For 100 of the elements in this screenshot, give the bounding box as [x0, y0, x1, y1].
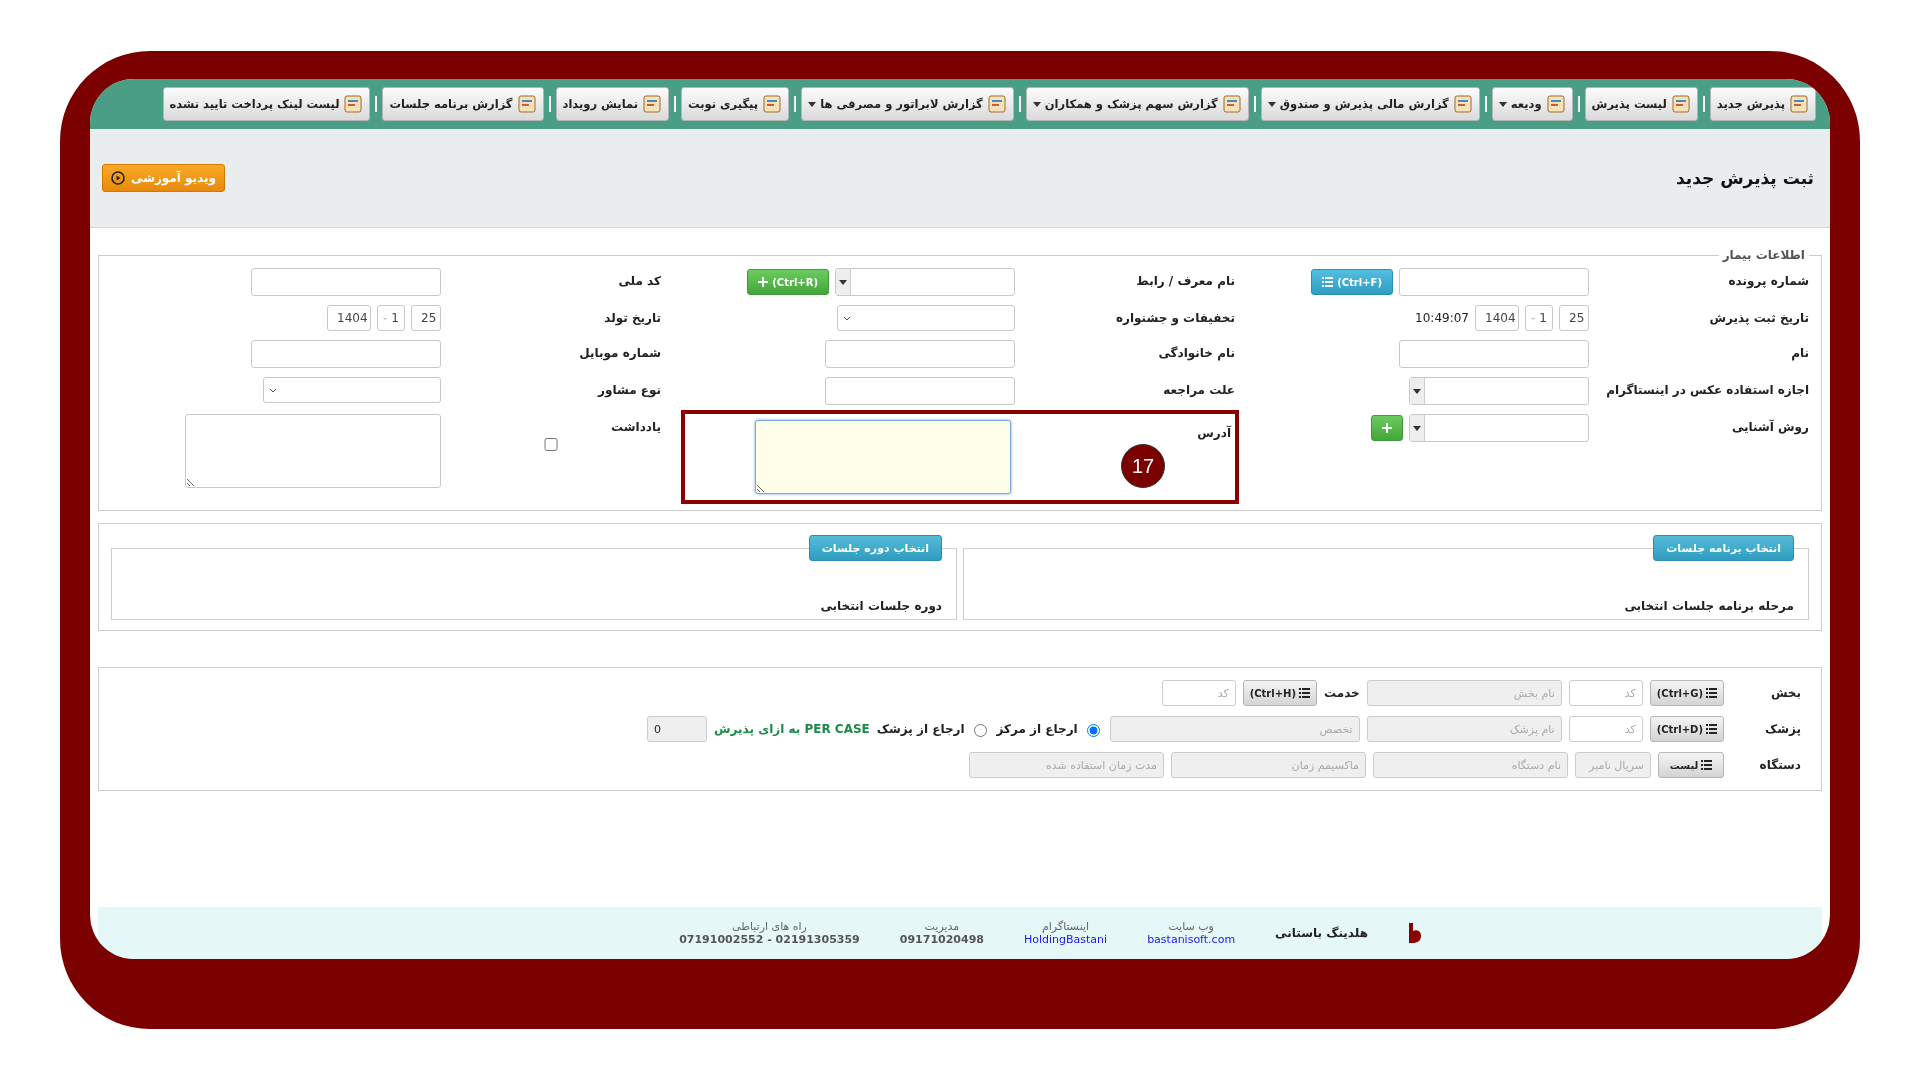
list-icon — [1299, 688, 1311, 698]
document-icon — [986, 94, 1007, 114]
document-icon — [1545, 94, 1566, 114]
combo-box[interactable] — [1409, 414, 1589, 442]
text-field[interactable] — [1399, 340, 1589, 368]
text-field[interactable]: سریال نامبر — [1575, 752, 1651, 778]
toolbar-button[interactable]: گزارش مالی پذیرش و صندوق — [1260, 87, 1480, 121]
text-area[interactable] — [185, 414, 441, 488]
text-field[interactable] — [251, 340, 441, 368]
field-label: اجازه استفاده عکس در اینستاگرام — [1605, 382, 1809, 397]
field-label: کد ملی — [617, 273, 661, 288]
list-icon — [1706, 688, 1717, 698]
text-field[interactable]: ماکسیمم زمان — [1171, 752, 1366, 778]
toolbar-button[interactable]: گزارش برنامه جلسات — [382, 87, 544, 121]
caret-icon — [1498, 101, 1507, 107]
panel-text: مرحله برنامه جلسات انتخابی — [1624, 599, 1794, 613]
footer-text: 09171020498 — [899, 933, 984, 946]
field-label: نام معرف / رابط — [1135, 273, 1235, 288]
text-field[interactable]: مدت زمان استفاده شده — [969, 752, 1164, 778]
chevron-icon — [1531, 315, 1536, 321]
toolbar-button[interactable]: گزارش لابراتور و مصرفی ها — [801, 87, 1014, 121]
radio-label: ارجاع از مرکز — [996, 722, 1078, 736]
brand-name: هلدینگ باستانی — [1275, 926, 1368, 940]
list-icon — [1706, 724, 1717, 734]
text-field[interactable]: تخصص — [1109, 716, 1360, 742]
text-field[interactable]: نام پزشک — [1366, 716, 1562, 742]
field-label: شماره موبایل — [578, 345, 661, 360]
caret-icon — [839, 279, 847, 285]
document-icon — [516, 94, 537, 114]
time-text: 10:49:07 — [1415, 311, 1469, 325]
document-icon — [762, 94, 783, 114]
radio-button[interactable] — [1086, 724, 1100, 737]
text-field[interactable]: کد — [1161, 680, 1236, 706]
caret-icon — [1413, 425, 1421, 431]
chevron-icon — [383, 315, 388, 321]
select-field[interactable] — [263, 377, 441, 403]
plus-icon — [758, 277, 769, 287]
select-field[interactable] — [837, 305, 1015, 331]
caret-icon — [808, 101, 817, 107]
combo-box[interactable] — [1409, 377, 1589, 405]
date-select[interactable]: 25 — [1559, 305, 1589, 331]
footer-title: اینستاگرام — [1042, 920, 1090, 933]
panel-text: دوره جلسات انتخابی — [820, 599, 942, 613]
caret-icon — [1032, 101, 1041, 107]
field-label: یادداشت — [610, 419, 661, 434]
toolbar-button[interactable]: پیگیری نوبت — [681, 87, 790, 121]
date-select[interactable]: 25 — [411, 305, 441, 331]
document-icon — [343, 94, 364, 114]
lookup-button[interactable]: (Ctrl+D) — [1649, 716, 1724, 742]
document-icon — [642, 94, 662, 114]
chevron-icon — [843, 315, 851, 321]
toolbar-button[interactable]: ودیعه — [1491, 87, 1573, 121]
panel-legend: اطلاعات بیمار — [1718, 248, 1809, 262]
field-label: نوع مشاور — [596, 382, 661, 397]
row-label: دستگاه — [1758, 758, 1801, 772]
toolbar-button[interactable]: لیست لینک پرداخت تایید نشده — [162, 87, 371, 121]
chevron-icon — [269, 387, 277, 393]
text-field[interactable] — [825, 340, 1015, 368]
add-button[interactable] — [1371, 415, 1403, 441]
document-icon — [1670, 94, 1691, 114]
caret-icon — [1267, 101, 1276, 107]
text-field[interactable]: نام بخش — [1366, 680, 1562, 706]
text-field[interactable] — [251, 268, 441, 296]
document-icon — [1452, 94, 1473, 114]
toolbar-button[interactable]: نمایش رویداد — [555, 87, 669, 121]
text-field[interactable]: کد — [1568, 716, 1643, 742]
list-icon — [1701, 760, 1713, 770]
lookup-button[interactable]: (Ctrl+G) — [1649, 680, 1724, 706]
footer-title: وب سایت — [1168, 920, 1214, 933]
toolbar-button[interactable]: پذیرش جدید — [1709, 87, 1816, 121]
number-field[interactable]: 0 — [647, 716, 707, 742]
text-area[interactable] — [755, 420, 1011, 494]
field-label: روش آشنایی — [1730, 418, 1809, 434]
text-field[interactable]: نام دستگاه — [1373, 752, 1568, 778]
row-label: بخش — [1769, 686, 1801, 700]
toolbar-button[interactable]: گزارش سهم پزشک و همکاران — [1025, 87, 1249, 121]
document-icon — [1789, 94, 1809, 114]
footer-title: مدیریت — [924, 920, 960, 933]
note-text: PER CASE به ازای پذیرش — [714, 722, 870, 736]
field-label: تخفیفات و جشنواره — [1114, 310, 1235, 325]
row-label: پزشک — [1763, 722, 1801, 736]
date-select[interactable]: 1404 — [327, 305, 371, 331]
footer-link[interactable]: HoldingBastani — [1023, 933, 1108, 946]
field-label: نام خانوادگی — [1157, 345, 1235, 360]
date-select[interactable]: 1 — [377, 305, 405, 331]
text-field[interactable] — [1399, 268, 1589, 296]
step-badge: 17 — [1121, 444, 1165, 488]
toolbar-button[interactable]: لیست پذیرش — [1584, 87, 1698, 121]
plus-icon — [1382, 423, 1392, 433]
date-select[interactable]: 1404 — [1475, 305, 1519, 331]
field-label: تاریخ تولد — [603, 310, 661, 325]
text-field[interactable]: کد — [1568, 680, 1643, 706]
footer-link[interactable]: bastanisoft.com — [1147, 933, 1236, 946]
footer-text: 07191002552 - 02191305359 — [679, 933, 860, 946]
text-field[interactable] — [825, 377, 1015, 405]
date-select[interactable]: 1 — [1525, 305, 1553, 331]
lookup-button[interactable]: (Ctrl+H) — [1242, 680, 1318, 706]
lookup-button[interactable]: لیست — [1658, 752, 1724, 778]
combo-box[interactable] — [835, 268, 1015, 296]
radio-button[interactable] — [973, 724, 987, 737]
